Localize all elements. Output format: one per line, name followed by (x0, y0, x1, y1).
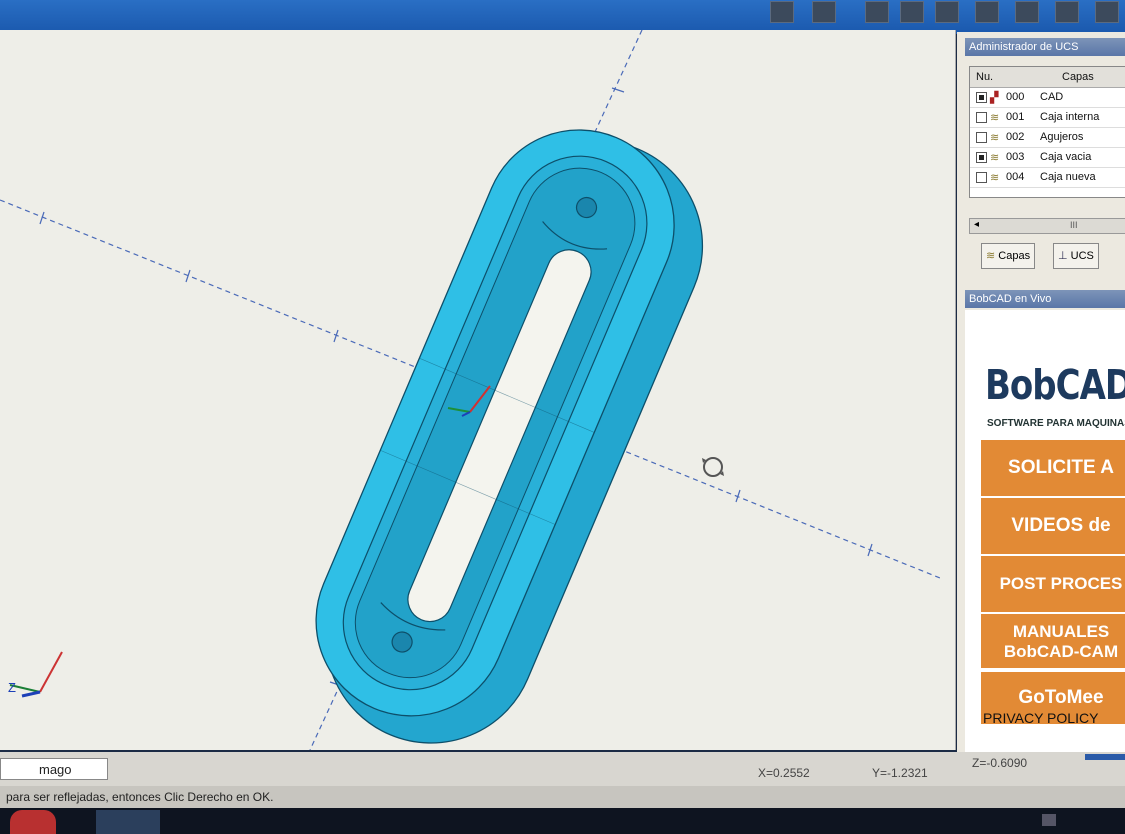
post-processor-button[interactable]: POST PROCES (981, 556, 1125, 614)
lock-icon[interactable] (935, 1, 959, 23)
layer-row[interactable]: ▞ 000 CAD (970, 88, 1125, 108)
tab-capas[interactable]: ≋ Capas (981, 243, 1036, 269)
panel-tabs: ≋ Capas ⊥ UCS (969, 243, 1125, 269)
layer-icon: ▞ (990, 92, 999, 104)
column-number[interactable]: Nu. (976, 71, 993, 83)
layer-row[interactable]: ≋ 001 Caja interna (970, 108, 1125, 128)
layer-number: 000 (1006, 91, 1025, 103)
layer-name: Caja nueva (1040, 171, 1096, 183)
layer-number: 004 (1006, 171, 1025, 183)
layer-number: 003 (1006, 151, 1025, 163)
layer-icon: ≋ (990, 152, 1000, 164)
render-icon[interactable] (1095, 1, 1119, 23)
pen-icon[interactable] (900, 1, 924, 23)
layer-visibility-checkbox[interactable] (976, 172, 987, 183)
slot-box-model[interactable] (279, 100, 735, 750)
layer-name: Caja interna (1040, 111, 1100, 123)
manuals-button[interactable]: MANUALES BobCAD-CAM (981, 614, 1125, 670)
gear-icon[interactable] (1055, 1, 1079, 23)
layer-visibility-checkbox[interactable] (976, 152, 987, 163)
taskbar-app-icon[interactable] (96, 810, 160, 834)
cube-icon[interactable] (1015, 1, 1039, 23)
right-panel: Administrador de UCS Nu. Capas ▞ 000 CAD… (957, 32, 1125, 752)
layer-icon: ≋ (990, 112, 1000, 124)
world-axis-triad-icon: Z (8, 651, 63, 698)
ucs-tab-icon: ⊥ (1058, 250, 1068, 262)
privacy-policy-link[interactable]: PRIVACY POLICY (983, 710, 1098, 726)
layers-tab-icon: ≋ (986, 250, 996, 262)
start-orb-icon[interactable] (10, 810, 56, 834)
videos-button[interactable]: VIDEOS de (981, 498, 1125, 556)
logo-subtitle: SOFTWARE PARA MAQUINAS CNC (987, 418, 1125, 429)
progress-indicator (1085, 754, 1125, 760)
command-bar: mago X=0.2552 Y=-1.2321 Z=-0.6090 (0, 752, 1125, 786)
svg-text:Z: Z (8, 680, 16, 695)
tab-ucs-label: UCS (1070, 250, 1094, 262)
layer-name: CAD (1040, 91, 1064, 103)
command-input[interactable]: mago (0, 758, 108, 780)
model-canvas[interactable]: Z (0, 30, 955, 750)
layer-icon: ≋ (990, 172, 1000, 184)
request-button[interactable]: SOLICITE A (981, 440, 1125, 498)
ucs-manager-title: Administrador de UCS (965, 38, 1125, 56)
layers-horizontal-scrollbar[interactable]: ◂ III (969, 218, 1125, 234)
layers-icon[interactable] (975, 1, 999, 23)
bobcad-live-panel: BobCAD-CAM SOFTWARE PARA MAQUINAS CNC SO… (965, 310, 1125, 752)
layer-row[interactable]: ≋ 004 Caja nueva (970, 168, 1125, 188)
status-message: para ser reflejadas, entonces Clic Derec… (0, 786, 1125, 808)
layer-number: 002 (1006, 131, 1025, 143)
layer-name: Caja vacia (1040, 151, 1092, 163)
layer-name: Agujeros (1040, 131, 1084, 143)
coord-z: Z=-0.6090 (972, 756, 1028, 770)
column-layers[interactable]: Capas (1062, 71, 1094, 83)
top-toolbar (0, 0, 1125, 34)
os-taskbar (0, 808, 1125, 834)
solid-icon[interactable] (865, 1, 889, 23)
layers-table: Nu. Capas ▞ 000 CAD ≋ 001 Caja interna ≋… (969, 66, 1125, 198)
scroll-thumb[interactable]: III (1070, 220, 1078, 230)
layer-visibility-checkbox[interactable] (976, 132, 987, 143)
cad-viewport[interactable]: Z (0, 30, 956, 750)
scroll-left-icon[interactable]: ◂ (974, 219, 979, 230)
layer-row[interactable]: ≋ 002 Agujeros (970, 128, 1125, 148)
layer-number: 001 (1006, 111, 1025, 123)
rotate-cursor-icon (702, 457, 724, 477)
coord-y: Y=-1.2321 (872, 766, 928, 780)
coord-x: X=0.2552 (758, 766, 810, 780)
tab-ucs[interactable]: ⊥ UCS (1053, 243, 1099, 269)
tab-capas-label: Capas (998, 250, 1031, 262)
layer-row[interactable]: ≋ 003 Caja vacia (970, 148, 1125, 168)
view-icon[interactable] (770, 1, 794, 23)
tray-flag-icon[interactable] (1042, 814, 1056, 826)
layer-visibility-checkbox[interactable] (976, 92, 987, 103)
bobcad-logo: BobCAD-CAM (985, 362, 1125, 410)
layer-visibility-checkbox[interactable] (976, 112, 987, 123)
user-icon[interactable] (812, 1, 836, 23)
layer-icon: ≋ (990, 132, 1000, 144)
layers-table-header: Nu. Capas (970, 67, 1125, 88)
live-panel-title: BobCAD en Vivo (965, 290, 1125, 308)
